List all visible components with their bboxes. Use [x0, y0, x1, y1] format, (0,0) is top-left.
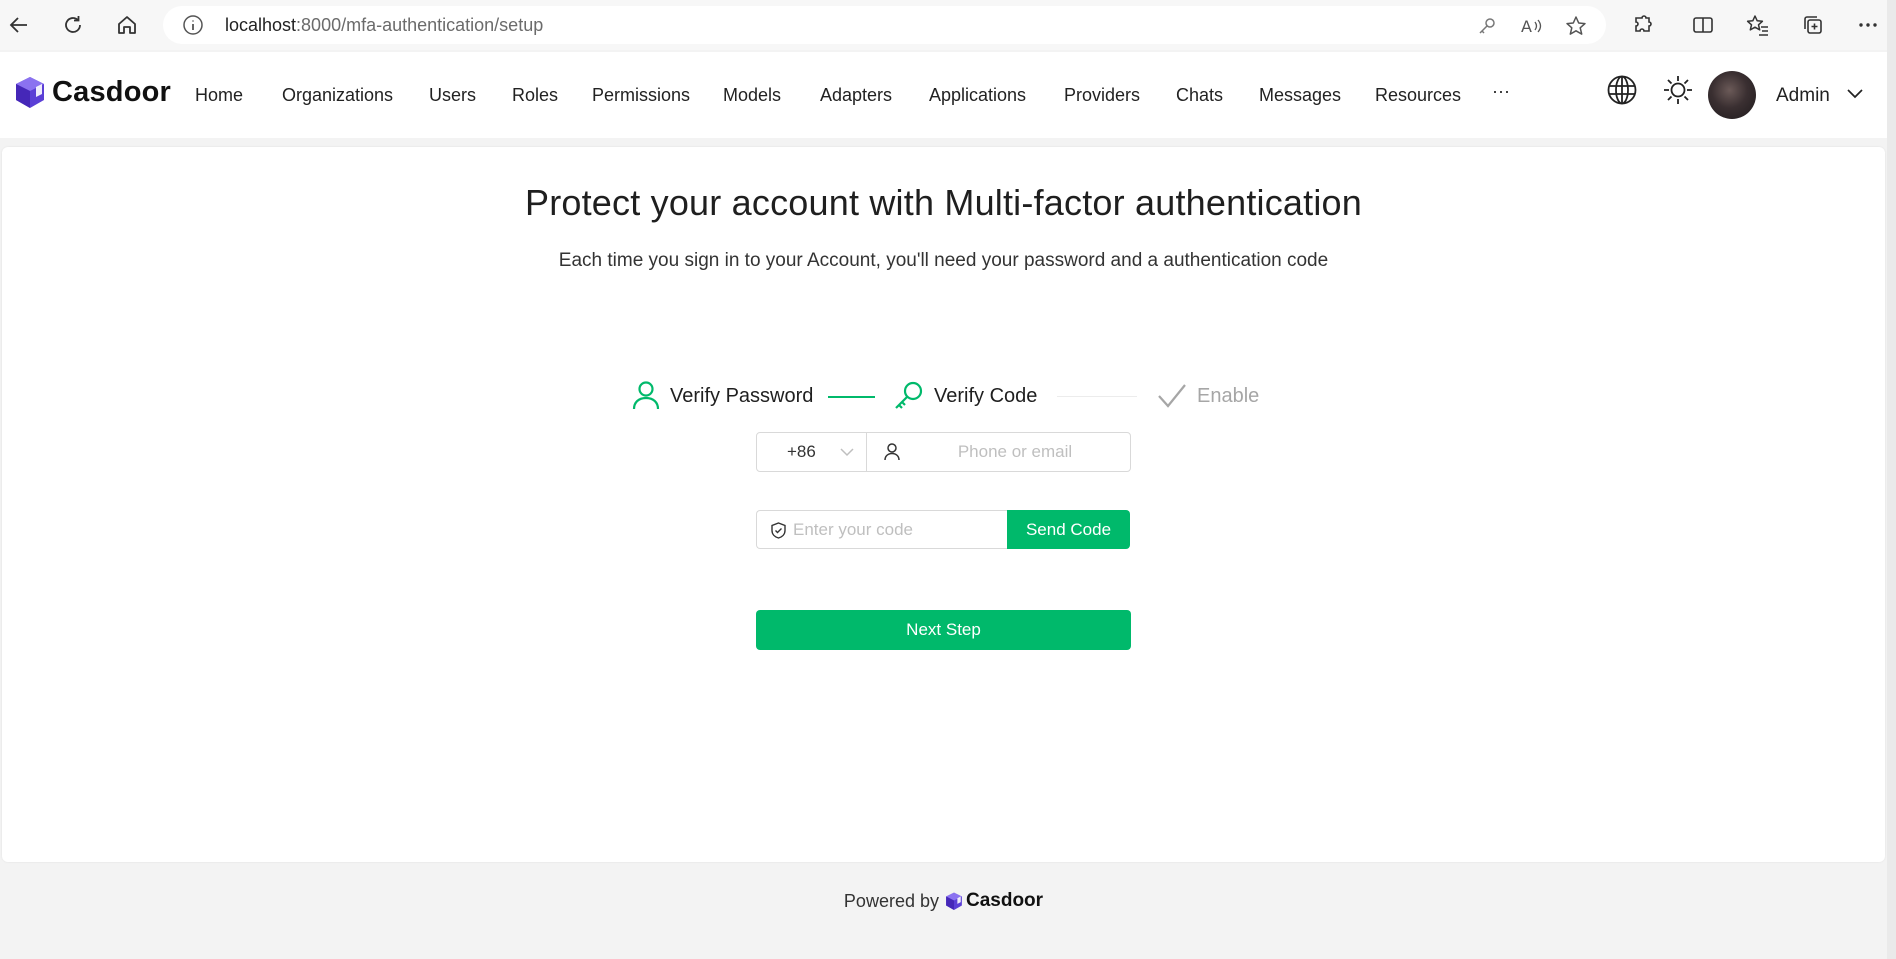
- browser-toolbar: localhost:8000/mfa-authentication/setup …: [0, 0, 1896, 50]
- nav-resources[interactable]: Resources: [1375, 85, 1461, 106]
- page-subtitle: Each time you sign in to your Account, y…: [558, 250, 1329, 271]
- check-step-icon: [1157, 383, 1187, 409]
- nav-messages[interactable]: Messages: [1259, 85, 1341, 106]
- nav-providers[interactable]: Providers: [1064, 85, 1140, 106]
- footer-brand[interactable]: Casdoor: [945, 890, 1043, 912]
- refresh-icon[interactable]: [56, 8, 90, 42]
- user-avatar[interactable]: [1708, 71, 1756, 119]
- top-navigation: Casdoor Home Organizations Users Roles P…: [0, 52, 1887, 138]
- country-code-value: +86: [787, 442, 816, 461]
- window-edge: [1887, 0, 1896, 959]
- read-aloud-icon[interactable]: A: [1519, 14, 1545, 38]
- user-icon: [884, 443, 900, 461]
- phone-or-email-input[interactable]: [902, 435, 1128, 469]
- star-icon[interactable]: [1563, 14, 1589, 38]
- nav-more[interactable]: ···: [1492, 81, 1510, 102]
- footer-brand-name: Casdoor: [965, 890, 1044, 911]
- chevron-down-icon: [840, 445, 854, 459]
- next-step-button[interactable]: Next Step: [756, 610, 1131, 650]
- key-icon[interactable]: [1474, 14, 1500, 38]
- page-title: Protect your account with Multi-factor a…: [524, 182, 1362, 223]
- user-step-icon: [632, 380, 660, 410]
- url-host: localhost: [225, 15, 297, 35]
- nav-chats[interactable]: Chats: [1176, 85, 1223, 106]
- powered-by-text: Powered by: [843, 890, 939, 911]
- code-input-group: Send Code: [756, 510, 1130, 549]
- key-step-icon: [894, 380, 924, 410]
- collections-icon[interactable]: [1796, 8, 1830, 42]
- chevron-down-icon[interactable]: [1846, 85, 1864, 103]
- casdoor-logo-icon: [945, 891, 963, 911]
- extensions-icon[interactable]: [1626, 8, 1660, 42]
- language-globe-icon[interactable]: [1606, 74, 1638, 106]
- brand-name: Casdoor: [52, 75, 172, 108]
- info-icon[interactable]: [182, 14, 204, 36]
- shield-icon: [771, 522, 786, 539]
- nav-adapters[interactable]: Adapters: [820, 85, 892, 106]
- step-verify-password: Verify Password: [670, 385, 814, 407]
- casdoor-logo-icon: [14, 75, 46, 109]
- address-bar[interactable]: localhost:8000/mfa-authentication/setup …: [163, 6, 1606, 44]
- nav-applications[interactable]: Applications: [929, 85, 1026, 106]
- send-code-button[interactable]: Send Code: [1007, 510, 1130, 549]
- nav-roles[interactable]: Roles: [512, 85, 558, 106]
- step-connector-1: [828, 396, 875, 398]
- split-screen-icon[interactable]: [1686, 8, 1720, 42]
- nav-organizations[interactable]: Organizations: [282, 85, 393, 106]
- footer: Powered by Casdoor: [0, 890, 1887, 912]
- step-verify-code: Verify Code: [934, 385, 1038, 407]
- country-code-select[interactable]: +86: [757, 433, 867, 471]
- nav-models[interactable]: Models: [723, 85, 781, 106]
- brand-logo[interactable]: Casdoor: [14, 75, 171, 109]
- nav-home[interactable]: Home: [195, 85, 243, 106]
- back-icon[interactable]: [2, 8, 36, 42]
- phone-input-group: +86: [756, 432, 1131, 472]
- username[interactable]: Admin: [1776, 85, 1830, 107]
- theme-sun-icon[interactable]: [1662, 74, 1694, 106]
- verification-code-input[interactable]: [793, 513, 1003, 547]
- step-enable: Enable: [1197, 385, 1260, 407]
- favorites-icon[interactable]: [1741, 8, 1775, 42]
- code-input-box[interactable]: [756, 510, 1007, 549]
- url-text[interactable]: localhost:8000/mfa-authentication/setup: [225, 15, 543, 36]
- svg-text:A: A: [1521, 17, 1532, 36]
- url-path: :8000/mfa-authentication/setup: [296, 15, 544, 35]
- home-icon[interactable]: [110, 8, 144, 42]
- step-connector-2: [1057, 396, 1137, 397]
- nav-users[interactable]: Users: [429, 85, 476, 106]
- more-icon[interactable]: [1851, 8, 1885, 42]
- nav-permissions[interactable]: Permissions: [592, 85, 690, 106]
